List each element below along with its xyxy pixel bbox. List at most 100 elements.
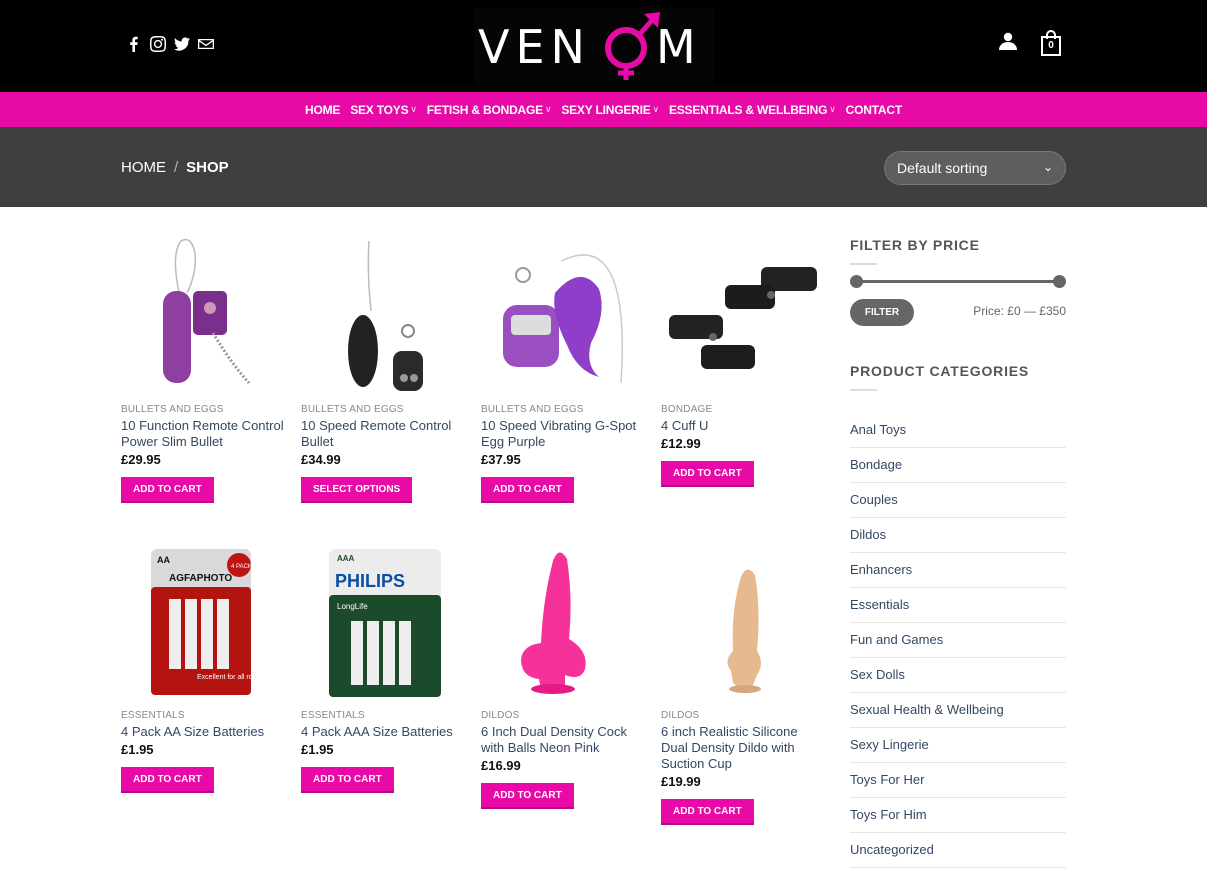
product-price: £16.99 xyxy=(481,758,521,773)
product-card: DILDOS 6 inch Realistic Silicone Dual De… xyxy=(661,539,826,825)
sort-select[interactable]: Default sorting ⌄ xyxy=(884,151,1066,185)
product-category[interactable]: BULLETS AND EGGS xyxy=(121,404,286,415)
svg-text:LongLife: LongLife xyxy=(337,602,368,611)
product-title[interactable]: 10 Speed Vibrating G-Spot Egg Purple xyxy=(481,418,646,450)
product-category[interactable]: BULLETS AND EGGS xyxy=(301,404,466,415)
svg-text:PHILIPS: PHILIPS xyxy=(335,571,405,591)
product-image[interactable] xyxy=(301,233,461,393)
category-link[interactable]: Sexy Lingerie xyxy=(850,728,1066,763)
envelope-icon[interactable] xyxy=(198,36,214,54)
category-link[interactable]: Fun and Games xyxy=(850,623,1066,658)
product-image[interactable]: AA 4 PACK AGFAPHOTO Excellent for all round… xyxy=(121,539,281,699)
product-image[interactable] xyxy=(121,233,281,393)
chevron-down-icon: ∨ xyxy=(544,104,552,114)
add-to-cart-button[interactable]: ADD TO CART xyxy=(301,767,394,793)
nav-item-essentials-wellbeing[interactable]: ESSENTIALS & WELLBEING ∨ xyxy=(669,103,836,117)
product-title[interactable]: 4 Pack AA Size Batteries xyxy=(121,724,286,740)
user-account-icon[interactable] xyxy=(999,32,1017,55)
product-price: £12.99 xyxy=(661,436,701,451)
chevron-down-icon: ∨ xyxy=(410,104,417,114)
category-link[interactable]: Uncategorized xyxy=(850,833,1066,868)
product-price: £1.95 xyxy=(301,742,334,757)
price-slider-max-handle[interactable] xyxy=(1053,275,1066,288)
product-price: £34.99 xyxy=(301,452,341,467)
add-to-cart-button[interactable]: ADD TO CART xyxy=(661,461,754,487)
site-logo[interactable]: VEN M xyxy=(474,8,714,84)
breadcrumb-separator: / xyxy=(174,159,179,176)
product-category[interactable]: ESSENTIALS xyxy=(301,710,466,721)
price-slider-track xyxy=(856,280,1064,283)
product-card: BONDAGE 4 Cuff U £12.99 ADD TO CART xyxy=(661,233,826,487)
add-to-cart-button[interactable]: ADD TO CART xyxy=(481,783,574,809)
product-category[interactable]: DILDOS xyxy=(481,710,646,721)
twitter-icon[interactable] xyxy=(174,36,190,54)
nav-item-label: SEXY LINGERIE xyxy=(561,102,651,117)
filter-price-title: FILTER BY PRICE xyxy=(850,237,980,253)
product-image[interactable] xyxy=(661,233,821,393)
svg-text:Excellent for all round use: Excellent for all round use xyxy=(197,674,278,681)
site-header: VEN M 0 xyxy=(0,0,1207,92)
category-link[interactable]: Anal Toys xyxy=(850,413,1066,448)
filter-button[interactable]: FILTER xyxy=(850,299,914,326)
venom-logo-graphic: VEN M xyxy=(478,12,696,80)
product-image[interactable] xyxy=(481,233,641,393)
product-image[interactable] xyxy=(481,539,641,699)
facebook-icon[interactable] xyxy=(126,36,142,54)
product-title[interactable]: 10 Speed Remote Control Bullet xyxy=(301,418,466,450)
nav-item-contact[interactable]: CONTACT xyxy=(846,103,903,117)
select-options-button[interactable]: SELECT OPTIONS xyxy=(301,477,413,503)
add-to-cart-button[interactable]: ADD TO CART xyxy=(121,477,214,503)
product-category[interactable]: ESSENTIALS xyxy=(121,710,286,721)
add-to-cart-button[interactable]: ADD TO CART xyxy=(661,799,754,825)
category-link[interactable]: Dildos xyxy=(850,518,1066,553)
product-price: £29.95 xyxy=(121,452,161,467)
svg-text:VEN: VEN xyxy=(478,20,591,74)
nav-item-fetish-bondage[interactable]: FETISH & BONDAGE ∨ xyxy=(427,103,552,117)
product-card: BULLETS AND EGGS 10 Function Remote Cont… xyxy=(121,233,286,503)
product-price: £37.95 xyxy=(481,452,521,467)
product-title[interactable]: 4 Pack AAA Size Batteries xyxy=(301,724,466,740)
category-link[interactable]: Sexual Health & Wellbeing xyxy=(850,693,1066,728)
nav-item-sex-toys[interactable]: SEX TOYS ∨ xyxy=(350,103,417,117)
price-range-label: Price: £0 — £350 xyxy=(973,304,1066,318)
category-link[interactable]: Bondage xyxy=(850,448,1066,483)
add-to-cart-button[interactable]: ADD TO CART xyxy=(121,767,214,793)
product-price: £1.95 xyxy=(121,742,154,757)
cart-icon[interactable]: 0 xyxy=(1041,30,1061,56)
product-price: £19.99 xyxy=(661,774,701,789)
svg-text:AGFAPHOTO: AGFAPHOTO xyxy=(169,573,232,584)
product-image[interactable] xyxy=(661,539,821,699)
instagram-icon[interactable] xyxy=(150,36,166,54)
product-category[interactable]: BULLETS AND EGGS xyxy=(481,404,646,415)
category-link[interactable]: Toys For Him xyxy=(850,798,1066,833)
price-range-slider[interactable] xyxy=(850,275,1066,289)
category-link[interactable]: Sex Dolls xyxy=(850,658,1066,693)
widget-divider xyxy=(850,263,877,265)
product-category[interactable]: BONDAGE xyxy=(661,404,826,415)
svg-text:M: M xyxy=(656,20,696,74)
breadcrumb: HOME / SHOP xyxy=(121,159,229,176)
product-category[interactable]: DILDOS xyxy=(661,710,826,721)
breadcrumb-current: SHOP xyxy=(186,159,229,176)
add-to-cart-button[interactable]: ADD TO CART xyxy=(481,477,574,503)
cart-count: 0 xyxy=(1048,40,1054,51)
nav-item-home[interactable]: HOME xyxy=(305,103,340,117)
category-link[interactable]: Couples xyxy=(850,483,1066,518)
product-title[interactable]: 6 inch Realistic Silicone Dual Density D… xyxy=(661,724,826,772)
product-title[interactable]: 10 Function Remote Control Power Slim Bu… xyxy=(121,418,286,450)
breadcrumb-home[interactable]: HOME xyxy=(121,159,166,176)
filter-row: FILTER Price: £0 — £350 xyxy=(850,299,1066,329)
category-list: Anal Toys Bondage Couples Dildos Enhancers Es… xyxy=(850,413,1066,868)
category-link[interactable]: Enhancers xyxy=(850,553,1066,588)
category-link[interactable]: Essentials xyxy=(850,588,1066,623)
product-card: BULLETS AND EGGS 10 Speed Vibrating G-Sp… xyxy=(481,233,646,503)
svg-text:AAA: AAA xyxy=(337,554,355,563)
product-title[interactable]: 6 Inch Dual Density Cock with Balls Neon… xyxy=(481,724,646,756)
product-image[interactable]: AAA PHILIPS LongLife xyxy=(301,539,461,699)
svg-text:AA: AA xyxy=(157,555,170,565)
category-link[interactable]: Toys For Her xyxy=(850,763,1066,798)
nav-item-label: ESSENTIALS & WELLBEING xyxy=(668,102,828,117)
product-title[interactable]: 4 Cuff U xyxy=(661,418,826,434)
nav-item-sexy-lingerie[interactable]: SEXY LINGERIE ∨ xyxy=(561,103,659,117)
price-slider-min-handle[interactable] xyxy=(850,275,863,288)
